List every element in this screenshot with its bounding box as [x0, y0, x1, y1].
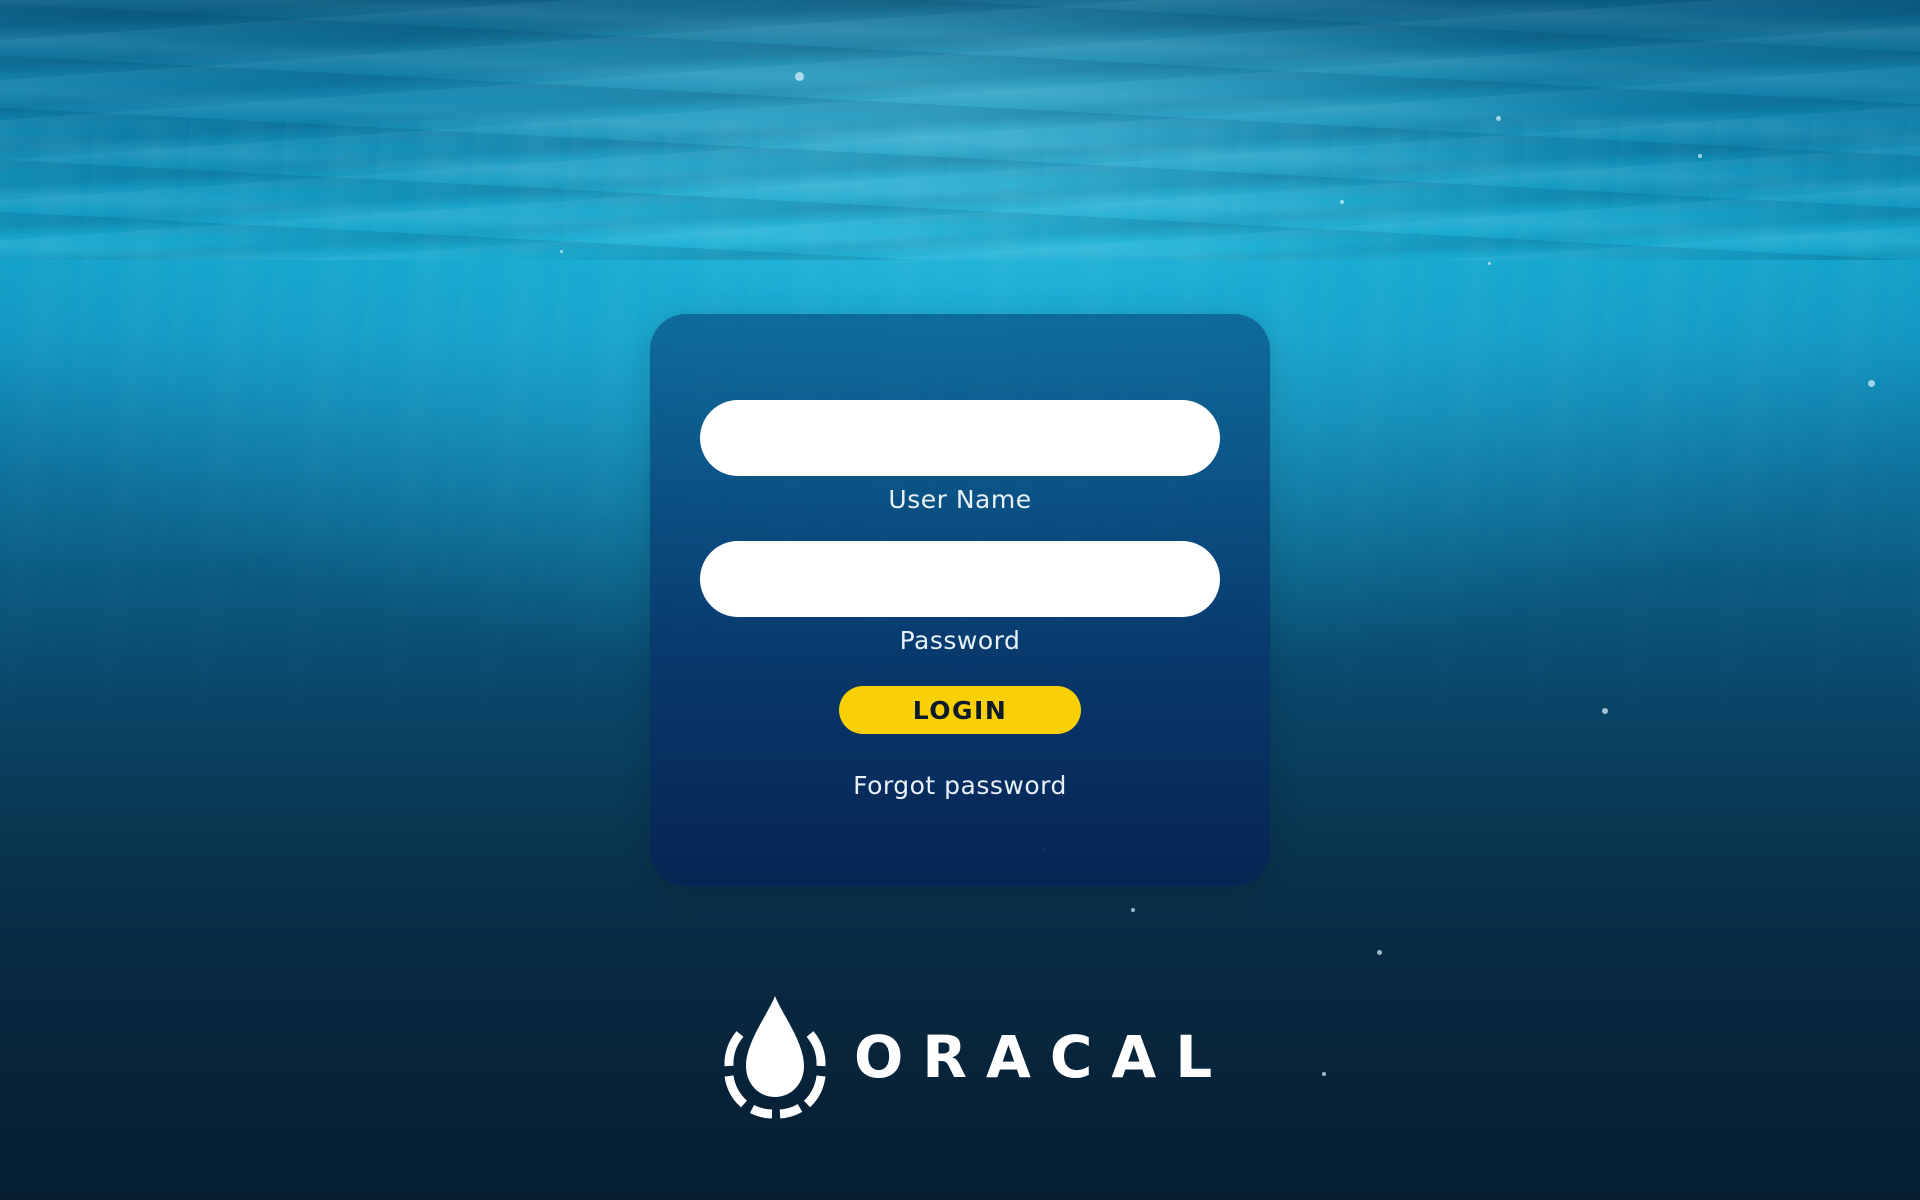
- bubble: [795, 72, 804, 81]
- brand-name: ORACAL: [854, 1023, 1232, 1091]
- bubble: [560, 250, 563, 253]
- bubble: [1868, 380, 1875, 387]
- bubble: [1131, 908, 1135, 912]
- username-input[interactable]: [700, 400, 1220, 476]
- bubble: [1488, 262, 1491, 265]
- bubble: [1602, 708, 1608, 714]
- bubble: [1698, 154, 1702, 158]
- password-input[interactable]: [700, 541, 1220, 617]
- password-label: Password: [899, 626, 1021, 655]
- login-card: User Name Password LOGIN Forgot password: [650, 314, 1270, 886]
- water-drop-icon: [724, 996, 826, 1119]
- water-surface-background: [0, 0, 1920, 260]
- brand-logo: ORACAL: [720, 994, 1212, 1120]
- username-label: User Name: [888, 485, 1032, 514]
- forgot-password-link[interactable]: Forgot password: [650, 771, 1270, 800]
- bubble: [1377, 950, 1382, 955]
- bubble: [1496, 116, 1501, 121]
- bubble: [1340, 200, 1344, 204]
- bubble: [1322, 1072, 1326, 1076]
- login-button[interactable]: LOGIN: [839, 686, 1081, 734]
